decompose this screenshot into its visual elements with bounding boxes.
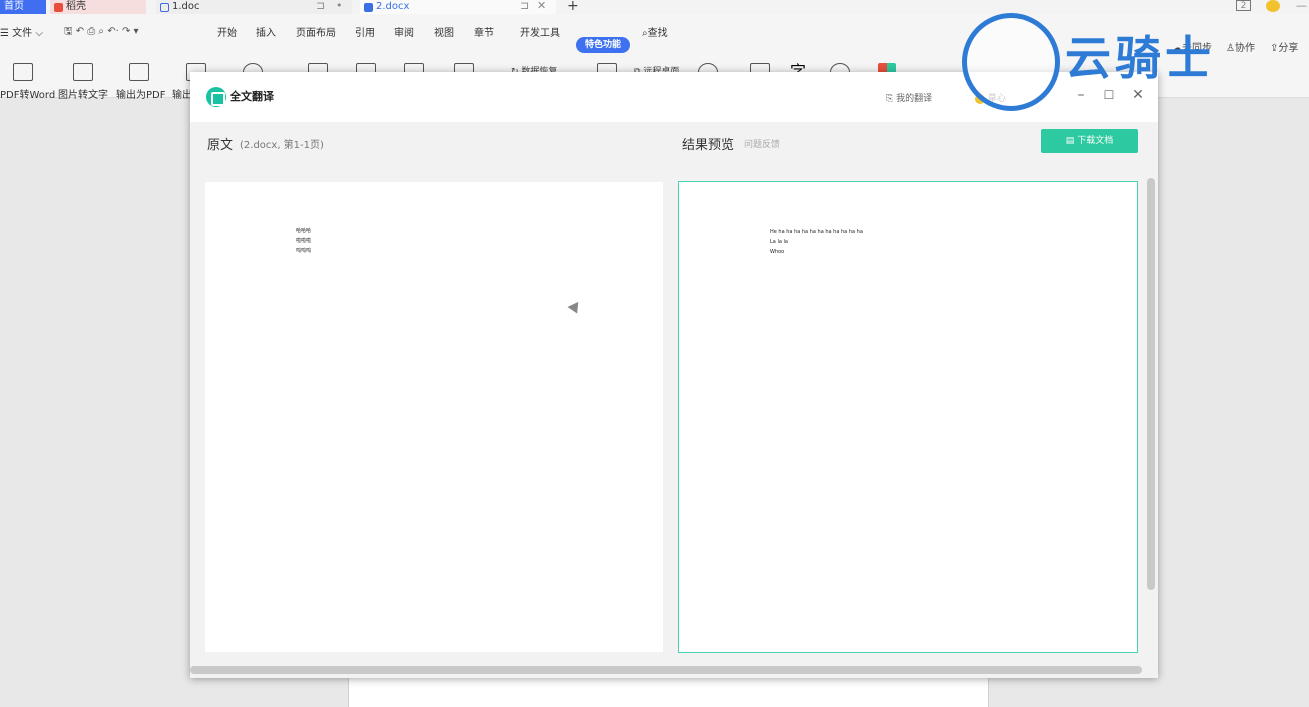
- menu-chapter[interactable]: 章节: [474, 24, 494, 39]
- tab-doc1-label: 1.doc: [172, 1, 200, 12]
- pin-icon[interactable]: ⊐: [520, 0, 529, 12]
- tool-export[interactable]: 输出: [172, 86, 192, 101]
- menu-insert[interactable]: 插入: [256, 24, 276, 39]
- menu-start[interactable]: 开始: [217, 24, 237, 39]
- original-info: (2.docx, 第1-1页): [240, 140, 324, 151]
- search-label: 查找: [647, 28, 668, 39]
- menu-reference[interactable]: 引用: [355, 24, 375, 39]
- quick-access-icons[interactable]: 🖫 ↶ ⎙ ⌕ ↶· ↷ ▾: [64, 24, 139, 41]
- word-doc-icon: [364, 2, 373, 12]
- preview-label: 结果预览: [682, 138, 735, 153]
- dialog-title: 全文翻译: [230, 90, 274, 103]
- daoke-icon: [54, 2, 63, 12]
- pdf-to-word-icon[interactable]: [13, 63, 33, 81]
- original-line: 啦啦啦: [296, 238, 312, 244]
- tool-image-to-text[interactable]: 图片转文字: [58, 86, 108, 101]
- document-page: [348, 676, 989, 707]
- menu-special-features[interactable]: 特色功能: [576, 37, 630, 53]
- history-icon: ⎘: [886, 94, 894, 104]
- watermark-text: 云骑士: [1065, 31, 1215, 85]
- preview-page: He ha ha ha ha ha ha ha ha ha ha ha La l…: [678, 181, 1138, 653]
- watermark: 云骑士: [962, 8, 1307, 111]
- close-tab-icon[interactable]: ✕: [537, 0, 546, 12]
- new-tab-button[interactable]: +: [567, 0, 579, 13]
- tab-home-label: 首页: [4, 1, 24, 12]
- menu-page-layout[interactable]: 页面布局: [296, 24, 336, 39]
- dot-icon: •: [336, 0, 343, 12]
- tab-daoke[interactable]: 稻壳: [50, 0, 146, 14]
- original-line: 哈哈哈: [296, 228, 312, 234]
- translation-dialog: 全文翻译 ⎘ 我的翻译 草心 – ☐ ✕ 原文 (2.docx, 第1-1页) …: [190, 72, 1158, 678]
- vertical-scrollbar[interactable]: [1147, 178, 1155, 590]
- tab-doc2-label: 2.docx: [376, 1, 410, 12]
- menu-developer[interactable]: 开发工具: [520, 24, 560, 39]
- my-translations-label: 我的翻译: [896, 94, 933, 104]
- image-to-text-icon[interactable]: [73, 63, 93, 81]
- word-doc-icon: [160, 2, 169, 12]
- feedback-link[interactable]: 问题反馈: [744, 137, 780, 150]
- menu-review[interactable]: 审阅: [394, 24, 414, 39]
- download-doc-icon: ▤: [1065, 136, 1075, 146]
- pin-icon[interactable]: ⊐: [316, 0, 325, 12]
- translated-line: Whoo: [770, 249, 785, 255]
- my-translations-link[interactable]: ⎘ 我的翻译: [886, 91, 932, 104]
- horizontal-scrollbar[interactable]: [190, 666, 1142, 674]
- menu-view[interactable]: 视图: [434, 24, 454, 39]
- original-label: 原文: [207, 138, 234, 153]
- menu-file[interactable]: ☰ 文件 ⌵: [0, 24, 43, 39]
- original-line: 呜呜呜: [296, 248, 312, 254]
- knight-logo-icon: [962, 13, 1060, 111]
- menu-file-label: 文件: [12, 28, 33, 39]
- tool-export-pdf[interactable]: 输出为PDF: [116, 86, 165, 101]
- translated-line: La la la: [770, 239, 788, 245]
- tab-daoke-label: 稻壳: [66, 1, 86, 12]
- search-button[interactable]: ⌕查找: [642, 24, 668, 39]
- translate-logo-icon: [206, 87, 226, 107]
- export-pdf-icon[interactable]: [129, 63, 149, 81]
- tab-home[interactable]: 首页: [0, 0, 46, 14]
- translated-line: He ha ha ha ha ha ha ha ha ha ha ha: [770, 229, 863, 235]
- download-button[interactable]: ▤ 下载文档: [1041, 129, 1138, 153]
- original-page: 哈哈哈 啦啦啦 呜呜呜: [205, 182, 663, 652]
- download-label: 下载文档: [1077, 136, 1114, 146]
- tool-pdf-to-word[interactable]: PDF转Word: [0, 86, 55, 101]
